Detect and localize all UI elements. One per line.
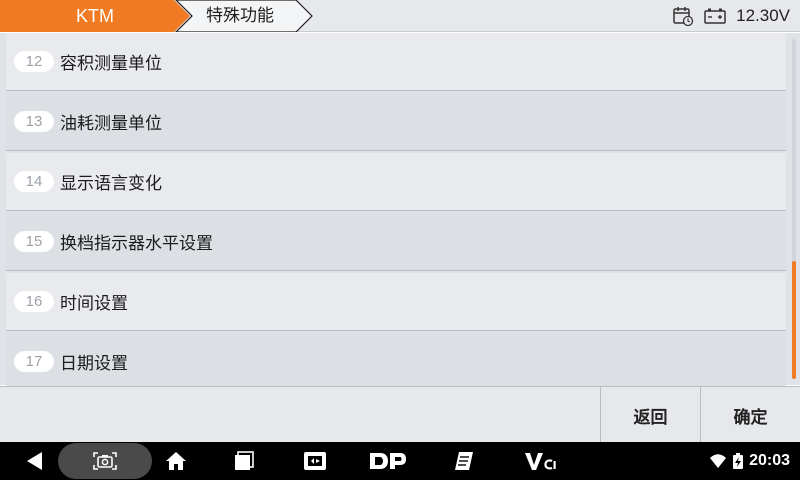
list-item[interactable]: 16 时间设置 <box>6 273 786 331</box>
function-list: 12 容积测量单位 13 油耗测量单位 14 显示语言变化 15 换档指示器水平… <box>6 33 786 393</box>
screenshot-icon[interactable] <box>88 442 122 480</box>
title-bar: KTM 特殊功能 12.30V <box>0 0 800 32</box>
header-status: 12.30V <box>672 0 790 32</box>
recents-icon[interactable] <box>228 442 260 480</box>
item-label: 日期设置 <box>60 354 128 374</box>
list-item[interactable]: 12 容积测量单位 <box>6 33 786 91</box>
system-navbar: 20:03 <box>0 442 800 480</box>
item-label: 容积测量单位 <box>60 54 162 74</box>
back-button[interactable]: 返回 <box>600 387 700 443</box>
item-label: 油耗测量单位 <box>60 114 162 134</box>
item-number-badge: 17 <box>14 351 54 372</box>
vci-icon[interactable] <box>520 442 560 480</box>
wifi-icon <box>709 453 727 469</box>
dp-icon[interactable] <box>366 442 410 480</box>
battery-charging-icon <box>733 453 744 469</box>
list-item[interactable]: 17 日期设置 <box>6 333 786 391</box>
scrollbar-thumb[interactable] <box>792 261 796 379</box>
item-number-badge: 15 <box>14 231 54 252</box>
action-bar: 返回 确定 <box>0 386 800 443</box>
home-icon[interactable] <box>160 442 192 480</box>
battery-voltage-icon <box>704 8 726 24</box>
list-item[interactable]: 14 显示语言变化 <box>6 153 786 211</box>
system-status: 20:03 <box>709 442 790 480</box>
item-label: 显示语言变化 <box>60 174 162 194</box>
notes-icon[interactable] <box>448 442 482 480</box>
list-item[interactable]: 15 换档指示器水平设置 <box>6 213 786 271</box>
item-number-badge: 13 <box>14 111 54 132</box>
list-item[interactable]: 13 油耗测量单位 <box>6 93 786 151</box>
item-label: 时间设置 <box>60 294 128 314</box>
function-list-panel: 12 容积测量单位 13 油耗测量单位 14 显示语言变化 15 换档指示器水平… <box>0 33 800 391</box>
calendar-clock-icon[interactable] <box>672 5 694 27</box>
voltage-readout: 12.30V <box>736 6 790 25</box>
breadcrumb-current-label: 特殊功能 <box>206 6 274 26</box>
breadcrumb-root-label[interactable]: KTM <box>0 0 190 32</box>
item-number-badge: 16 <box>14 291 54 312</box>
item-label: 换档指示器水平设置 <box>60 234 213 254</box>
item-number-badge: 14 <box>14 171 54 192</box>
confirm-button[interactable]: 确定 <box>700 387 800 443</box>
back-icon[interactable] <box>18 442 52 480</box>
item-number-badge: 12 <box>14 51 54 72</box>
vci-manager-icon[interactable] <box>298 442 332 480</box>
clock: 20:03 <box>749 452 790 469</box>
